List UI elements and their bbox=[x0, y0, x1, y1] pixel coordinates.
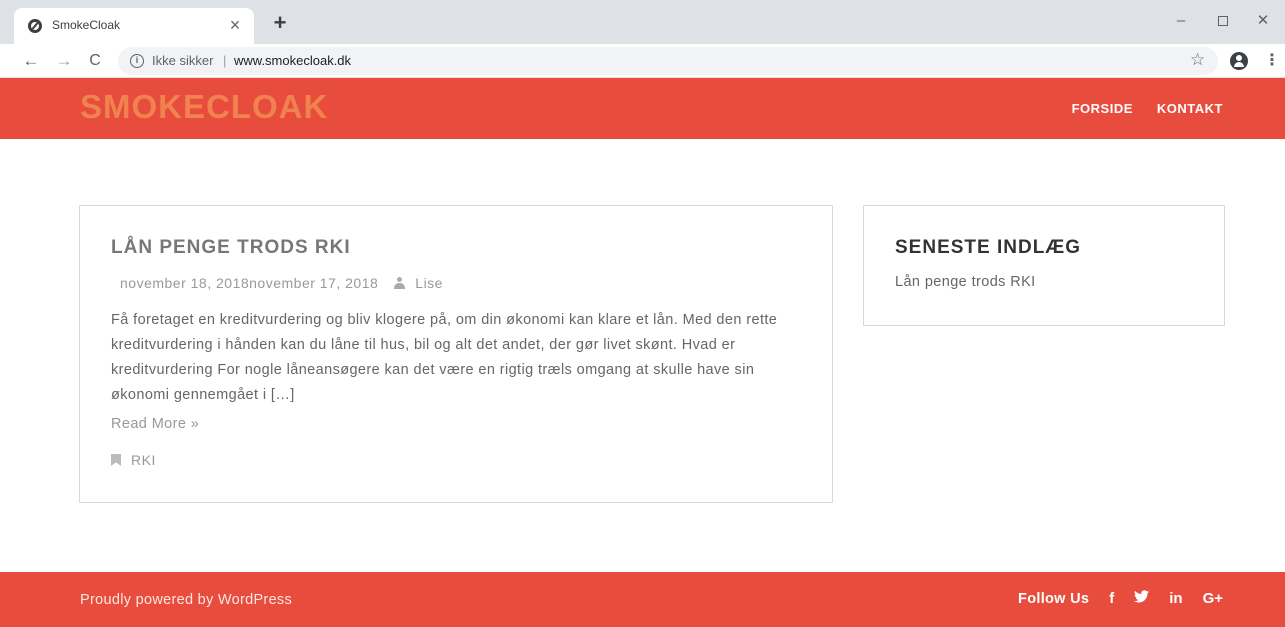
address-bar[interactable]: i Ikke sikker | www.smokecloak.dk bbox=[118, 47, 1218, 75]
post-excerpt: Få foretaget en kreditvurdering og bliv … bbox=[111, 312, 778, 403]
window-close-button[interactable]: ✕ bbox=[1250, 10, 1276, 32]
minimize-button[interactable]: – bbox=[1168, 10, 1194, 32]
read-more-link[interactable]: Read More » bbox=[111, 416, 199, 432]
browser-tabbar: SmokeCloak × + – ✕ bbox=[0, 0, 1285, 44]
post-dates[interactable]: november 18, 2018november 17, 2018 bbox=[120, 275, 378, 291]
browser-toolbar: ← → C i Ikke sikker | www.smokecloak.dk … bbox=[0, 44, 1285, 78]
twitter-bird-icon bbox=[1134, 590, 1150, 603]
security-label[interactable]: Ikke sikker bbox=[152, 53, 213, 68]
google-plus-icon[interactable]: G+ bbox=[1203, 590, 1223, 607]
post-category: RKI bbox=[111, 452, 156, 468]
bookmark-icon bbox=[111, 454, 121, 466]
nav-link-forside[interactable]: FORSIDE bbox=[1072, 101, 1133, 116]
widget-title: SENESTE INDLÆG bbox=[895, 237, 1082, 258]
tab-close-icon[interactable]: × bbox=[224, 14, 246, 36]
reload-icon[interactable]: C bbox=[84, 50, 106, 72]
site-header: SMOKECLOAK FORSIDE KONTAKT bbox=[0, 78, 1285, 139]
post-meta: november 18, 2018november 17, 2018 Lise bbox=[120, 275, 443, 291]
nav-link-kontakt[interactable]: KONTAKT bbox=[1157, 101, 1223, 116]
profile-icon[interactable] bbox=[1230, 52, 1248, 70]
site-logo[interactable]: SMOKECLOAK bbox=[80, 88, 328, 126]
bookmark-star-icon[interactable]: ☆ bbox=[1190, 50, 1205, 70]
post-card: LÅN PENGE TRODS RKI november 18, 2018nov… bbox=[79, 205, 833, 503]
facebook-icon[interactable]: f bbox=[1109, 590, 1114, 607]
post-author[interactable]: Lise bbox=[415, 275, 443, 291]
follow-us: Follow Us f in G+ bbox=[1018, 590, 1223, 607]
tab-title: SmokeCloak bbox=[52, 18, 121, 32]
main-nav: FORSIDE KONTAKT bbox=[1072, 101, 1223, 116]
url-text[interactable]: www.smokecloak.dk bbox=[234, 53, 351, 68]
restore-icon bbox=[1218, 16, 1228, 26]
globe-icon bbox=[28, 19, 42, 33]
linkedin-icon[interactable]: in bbox=[1169, 590, 1182, 607]
post-title[interactable]: LÅN PENGE TRODS RKI bbox=[111, 237, 351, 259]
user-icon bbox=[394, 277, 406, 289]
recent-posts-widget: SENESTE INDLÆG Lån penge trods RKI bbox=[863, 205, 1225, 326]
footer-credit[interactable]: Proudly powered by WordPress bbox=[80, 592, 292, 608]
recent-post-link[interactable]: Lån penge trods RKI bbox=[895, 274, 1036, 290]
browser-tab[interactable]: SmokeCloak × bbox=[14, 8, 254, 44]
back-arrow-icon[interactable]: ← bbox=[20, 50, 42, 72]
browser-menu-icon[interactable]: ⋮ bbox=[1264, 50, 1280, 70]
url-separator: | bbox=[223, 53, 227, 68]
forward-arrow-icon[interactable]: → bbox=[53, 50, 75, 72]
new-tab-button[interactable]: + bbox=[268, 12, 292, 36]
restore-button[interactable] bbox=[1210, 10, 1236, 32]
twitter-icon[interactable] bbox=[1134, 590, 1150, 607]
follow-label: Follow Us bbox=[1018, 590, 1090, 607]
site-footer: Proudly powered by WordPress Follow Us f… bbox=[0, 572, 1285, 627]
info-icon[interactable]: i bbox=[130, 54, 144, 68]
category-link[interactable]: RKI bbox=[131, 452, 156, 468]
